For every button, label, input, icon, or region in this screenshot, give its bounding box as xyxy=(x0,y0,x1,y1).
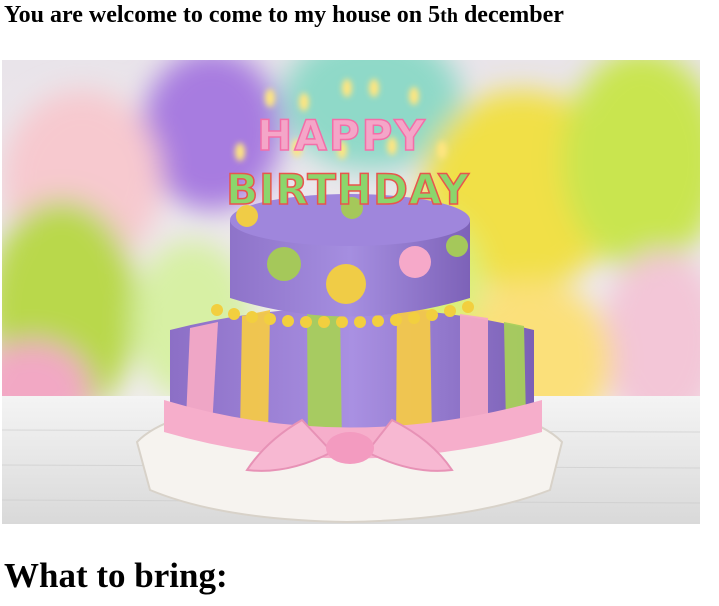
birthday-cake-image: HAPPY BIRTHDAY xyxy=(2,60,700,524)
candle-word-birthday: BIRTHDAY xyxy=(226,165,470,214)
invitation-text: You are welcome to come to my house on 5… xyxy=(4,2,564,29)
invitation-text-main: You are welcome to come to my house on 5 xyxy=(4,2,441,28)
date-ordinal-suffix: th xyxy=(440,5,458,27)
page: You are welcome to come to my house on 5… xyxy=(0,0,719,606)
candle-word-happy: HAPPY xyxy=(257,111,427,160)
invitation-text-month: december xyxy=(457,2,564,28)
what-to-bring-heading: What to bring: xyxy=(4,556,228,595)
